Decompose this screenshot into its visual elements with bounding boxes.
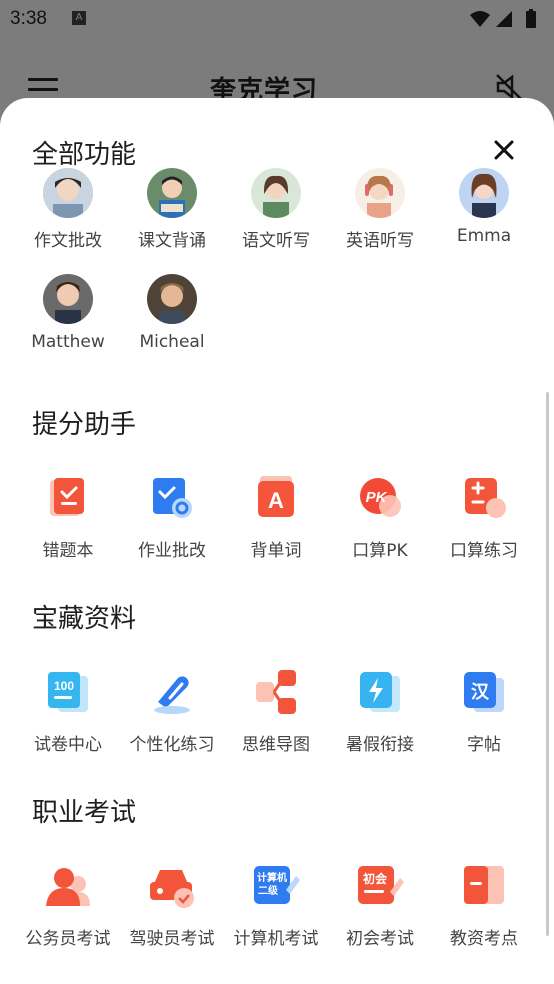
- signal-icon: [496, 11, 512, 27]
- item-driver[interactable]: 驾驶员考试: [120, 862, 224, 949]
- section-title-boost: 提分助手: [32, 410, 137, 440]
- item-essay-grading[interactable]: 作文批改: [16, 168, 120, 251]
- item-mental-math-practice[interactable]: 口算练习: [432, 474, 536, 561]
- item-label: 思维导图: [242, 735, 310, 755]
- item-matthew[interactable]: Matthew: [16, 274, 120, 352]
- item-label: 试卷中心: [34, 735, 102, 755]
- section-title-treasure: 宝藏资料: [32, 604, 137, 634]
- item-emma[interactable]: Emma: [432, 168, 536, 246]
- item-text-recitation[interactable]: 课文背诵: [120, 168, 224, 251]
- item-label: 错题本: [42, 541, 94, 561]
- item-label: 暑假衔接: [346, 735, 414, 755]
- all-functions-sheet: 全部功能 作文批改 课文背诵 语文听写 英语听写 Emma Matthew Mi…: [0, 98, 554, 984]
- item-label: 计算机考试: [233, 929, 319, 949]
- item-label: 公务员考试: [25, 929, 111, 949]
- pen-icon: [154, 676, 190, 714]
- chuhui-text: 初会: [363, 871, 388, 886]
- junior-accounting-icon: 初会: [358, 866, 404, 904]
- mistake-book-icon: [50, 478, 84, 516]
- item-label: 个性化练习: [129, 735, 215, 755]
- item-label: 作业批改: [138, 541, 206, 561]
- item-label: 字帖: [467, 735, 501, 755]
- item-mind-map[interactable]: 思维导图: [224, 668, 328, 755]
- item-label: 教资考点: [450, 929, 518, 949]
- status-time: 3:38: [10, 8, 47, 29]
- item-label: 口算PK: [352, 541, 408, 561]
- vocabulary-a-icon: A: [258, 476, 294, 517]
- avatar-micheal: [147, 274, 197, 324]
- item-label: Micheal: [139, 332, 205, 352]
- item-junior-accounting[interactable]: 初会 初会考试: [328, 862, 432, 949]
- battery-icon: [526, 11, 536, 28]
- copybook-icon: 汉: [464, 672, 504, 712]
- avatar-chinese-dictation: [251, 168, 301, 218]
- homework-grading-icon: [153, 478, 192, 518]
- svg-text:二级: 二级: [258, 884, 279, 897]
- exam-100-text: 100: [54, 679, 74, 693]
- item-english-dictation[interactable]: 英语听写: [328, 168, 432, 251]
- mind-map-icon: [256, 670, 296, 714]
- lightning-icon: [360, 672, 400, 712]
- item-computer-exam[interactable]: 计算机 二级 计算机考试: [224, 862, 328, 949]
- item-personalized-practice[interactable]: 个性化练习: [120, 668, 224, 755]
- item-label: Emma: [456, 226, 512, 246]
- status-bar: 3:38 A: [0, 0, 554, 38]
- avatar-emma: [459, 168, 509, 218]
- item-vocab[interactable]: A 背单词: [224, 474, 328, 561]
- scrollbar[interactable]: [546, 392, 549, 936]
- item-label: 驾驶员考试: [129, 929, 215, 949]
- car-icon: [150, 870, 194, 908]
- item-label: Matthew: [31, 332, 105, 352]
- section-title-career: 职业考试: [32, 798, 137, 828]
- notification-a-icon: A: [72, 11, 86, 25]
- item-label: 课文背诵: [138, 231, 206, 251]
- item-teacher-cert[interactable]: 教资考点: [432, 862, 536, 949]
- close-icon[interactable]: [492, 138, 516, 162]
- item-summer-bridge[interactable]: 暑假衔接: [328, 668, 432, 755]
- civil-servant-icon: [46, 868, 90, 906]
- pk-text: PK: [366, 489, 388, 506]
- avatar-essay-grading: [43, 168, 93, 218]
- item-micheal[interactable]: Micheal: [120, 274, 224, 352]
- avatar-matthew: [43, 274, 93, 324]
- item-chinese-dictation[interactable]: 语文听写: [224, 168, 328, 251]
- teacher-cert-book-icon: [464, 866, 504, 904]
- svg-text:计算机: 计算机: [257, 871, 287, 884]
- item-exam-center[interactable]: 100 试卷中心: [16, 668, 120, 755]
- item-label: 作文批改: [34, 231, 102, 251]
- item-homework-grading[interactable]: 作业批改: [120, 474, 224, 561]
- item-mental-math-pk[interactable]: PK 口算PK: [328, 474, 432, 561]
- item-label: 背单词: [250, 541, 302, 561]
- item-label: 口算练习: [450, 541, 518, 561]
- avatar-text-recitation: [147, 168, 197, 218]
- item-mistake-book[interactable]: 错题本: [16, 474, 120, 561]
- mental-math-practice-icon: [465, 478, 506, 518]
- han-text: 汉: [471, 682, 490, 703]
- svg-text:A: A: [268, 488, 284, 513]
- mental-math-pk-icon: PK: [360, 478, 401, 517]
- item-label: 英语听写: [346, 231, 414, 251]
- item-civil-servant[interactable]: 公务员考试: [16, 862, 120, 949]
- item-label: 初会考试: [346, 929, 414, 949]
- item-copybook[interactable]: 汉 字帖: [432, 668, 536, 755]
- status-icons: [470, 9, 536, 28]
- exam-paper-icon: 100: [48, 672, 88, 712]
- computer-exam-icon: 计算机 二级: [254, 866, 300, 904]
- item-label: 语文听写: [242, 231, 310, 251]
- wifi-icon: [470, 11, 490, 27]
- section-title-all: 全部功能: [32, 140, 137, 170]
- avatar-english-dictation: [355, 168, 405, 218]
